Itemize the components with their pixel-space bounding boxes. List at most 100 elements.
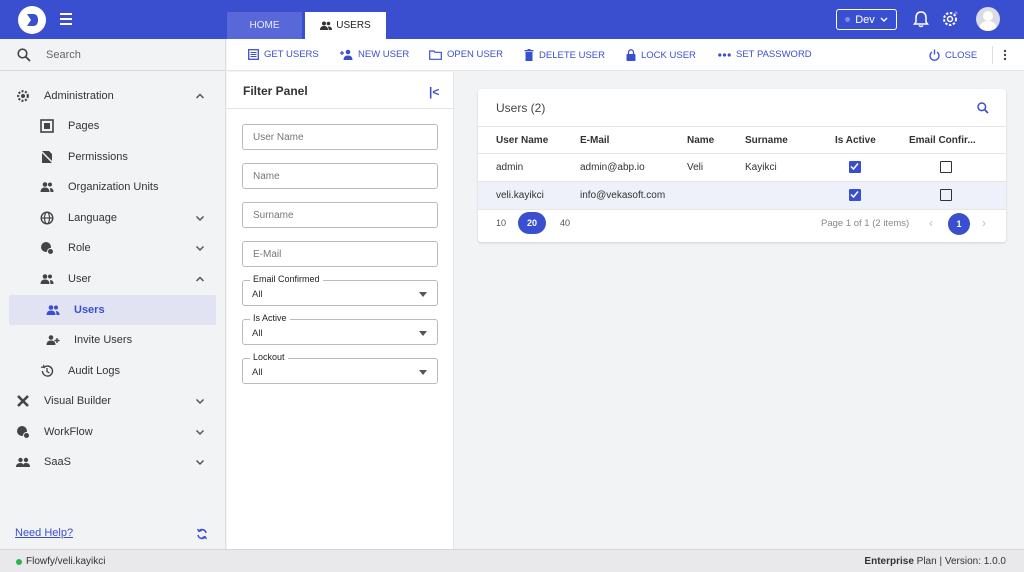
open-user-button[interactable]: OPEN USER — [429, 49, 503, 60]
surname-field[interactable]: Surname — [242, 202, 438, 228]
chevron-down-icon — [195, 429, 205, 436]
gear-icon — [17, 90, 29, 102]
column-header[interactable]: Surname — [745, 135, 788, 146]
column-header[interactable]: Is Active — [835, 135, 876, 146]
more-vert-icon[interactable] — [1003, 49, 1007, 61]
sidebar-item-label: Invite Users — [74, 334, 133, 346]
sidebar-item-organization-units[interactable]: Organization Units — [0, 172, 226, 202]
set-password-label: SET PASSWORD — [736, 49, 812, 60]
sidebar: Search Administration Pages Permissions … — [0, 39, 226, 549]
sidebar-item-label: Pages — [68, 120, 100, 132]
get-users-button[interactable]: GET USERS — [248, 49, 319, 60]
settings-gear-icon[interactable] — [941, 10, 959, 28]
org-units-icon — [40, 182, 54, 192]
sidebar-item-administration[interactable]: Administration — [0, 81, 226, 111]
page-number-button[interactable]: 1 — [948, 213, 970, 235]
environment-select[interactable]: Dev — [836, 9, 897, 30]
sidebar-item-permissions[interactable]: Permissions — [0, 142, 226, 172]
sidebar-item-workflow[interactable]: WorkFlow — [0, 417, 226, 447]
chevron-down-icon — [880, 17, 888, 22]
page-size-option-selected[interactable]: 20 — [518, 212, 546, 234]
sidebar-item-saas[interactable]: SaaS — [0, 447, 226, 477]
pager: 10 20 40 Page 1 of 1 (2 items) ‹ 1 › — [478, 210, 1006, 238]
lockout-select[interactable]: Lockout All — [242, 352, 438, 384]
online-status-dot — [16, 558, 22, 565]
top-bar: HOME USERS Dev — [0, 0, 1024, 39]
permissions-icon — [40, 150, 54, 164]
cell-user-name: admin — [496, 162, 524, 173]
sidebar-item-user[interactable]: User — [0, 264, 226, 294]
avatar[interactable] — [976, 7, 1000, 31]
env-label: Dev — [855, 13, 875, 26]
sidebar-item-role[interactable]: Role — [0, 233, 226, 263]
lock-user-label: LOCK USER — [641, 49, 696, 61]
sidebar-item-visual-builder[interactable]: Visual Builder — [0, 386, 226, 416]
column-header[interactable]: User Name — [496, 135, 548, 146]
search-input[interactable]: Search — [46, 49, 81, 61]
cell-name: Veli — [687, 162, 704, 173]
new-user-button[interactable]: NEW USER — [339, 49, 409, 60]
sidebar-item-invite-users[interactable]: Invite Users — [0, 325, 226, 355]
plan-name: Enterprise — [864, 556, 914, 567]
sidebar-item-users[interactable]: Users — [9, 295, 216, 325]
bell-icon[interactable] — [912, 10, 930, 28]
pages-icon — [40, 119, 54, 133]
cell-email: admin@abp.io — [580, 162, 645, 173]
close-button[interactable]: CLOSE — [929, 49, 977, 61]
grid-search-icon[interactable] — [977, 102, 989, 114]
collapse-panel-icon[interactable]: |< — [429, 85, 439, 99]
logo-icon[interactable] — [18, 6, 46, 34]
is-active-select[interactable]: Is Active All — [242, 313, 438, 345]
next-page-icon[interactable]: › — [982, 216, 986, 230]
users-icon — [46, 305, 60, 315]
table-row[interactable]: veli.kayikci info@vekasoft.com — [478, 182, 1006, 210]
need-help-link[interactable]: Need Help? — [15, 527, 73, 539]
column-header[interactable]: Email Confir... — [909, 135, 976, 146]
table-row[interactable]: admin admin@abp.io Veli Kayikci — [478, 154, 1006, 182]
name-field[interactable]: Name — [242, 163, 438, 189]
email-field[interactable]: E-Mail — [242, 241, 438, 267]
close-label: CLOSE — [945, 49, 978, 61]
sidebar-item-label: Role — [68, 242, 91, 254]
sidebar-item-label: Permissions — [68, 151, 128, 163]
plan-version: Enterprise Plan | Version: 1.0.0 — [864, 556, 1006, 567]
email-confirmed-select[interactable]: Email Confirmed All — [242, 274, 438, 306]
new-user-label: NEW USER — [358, 49, 410, 60]
is-active-checkbox[interactable] — [849, 189, 861, 201]
dropdown-arrow-icon — [419, 370, 427, 375]
delete-user-label: DELETE USER — [539, 49, 605, 61]
prev-page-icon[interactable]: ‹ — [929, 216, 933, 230]
column-header[interactable]: E-Mail — [580, 135, 609, 146]
tab-home[interactable]: HOME — [227, 12, 302, 39]
cell-email: info@vekasoft.com — [580, 190, 666, 201]
menu-toggle-icon[interactable] — [60, 13, 72, 25]
history-icon — [40, 364, 54, 377]
filter-panel: Filter Panel |< User Name Name Surname E… — [227, 72, 454, 549]
sidebar-item-pages[interactable]: Pages — [0, 111, 226, 141]
sidebar-item-audit-logs[interactable]: Audit Logs — [0, 356, 226, 386]
is-active-checkbox[interactable] — [849, 161, 861, 173]
sidebar-item-language[interactable]: Language — [0, 203, 226, 233]
set-password-button[interactable]: SET PASSWORD — [718, 49, 812, 60]
page-size-option[interactable]: 40 — [560, 218, 570, 228]
password-icon — [718, 52, 731, 57]
is-active-label: Is Active — [250, 313, 290, 323]
sidebar-item-label: SaaS — [44, 456, 71, 468]
globe-icon — [40, 211, 54, 225]
refresh-icon[interactable] — [196, 528, 208, 540]
column-header[interactable]: Name — [687, 135, 714, 146]
delete-user-button[interactable]: DELETE USER — [524, 49, 605, 61]
email-confirmed-value: All — [252, 289, 263, 300]
workflow-icon — [17, 426, 30, 439]
chevron-down-icon — [195, 215, 205, 222]
page-info: Page 1 of 1 (2 items) — [821, 218, 910, 229]
user-name-field[interactable]: User Name — [242, 124, 438, 150]
email-confirmed-checkbox[interactable] — [940, 161, 952, 173]
email-confirmed-checkbox[interactable] — [940, 189, 952, 201]
sidebar-search[interactable]: Search — [0, 39, 226, 71]
tab-home-label: HOME — [249, 20, 280, 31]
page-size-option[interactable]: 10 — [496, 218, 506, 228]
lock-user-button[interactable]: LOCK USER — [626, 49, 696, 61]
add-user-icon — [340, 49, 353, 60]
tab-users[interactable]: USERS — [305, 12, 386, 39]
